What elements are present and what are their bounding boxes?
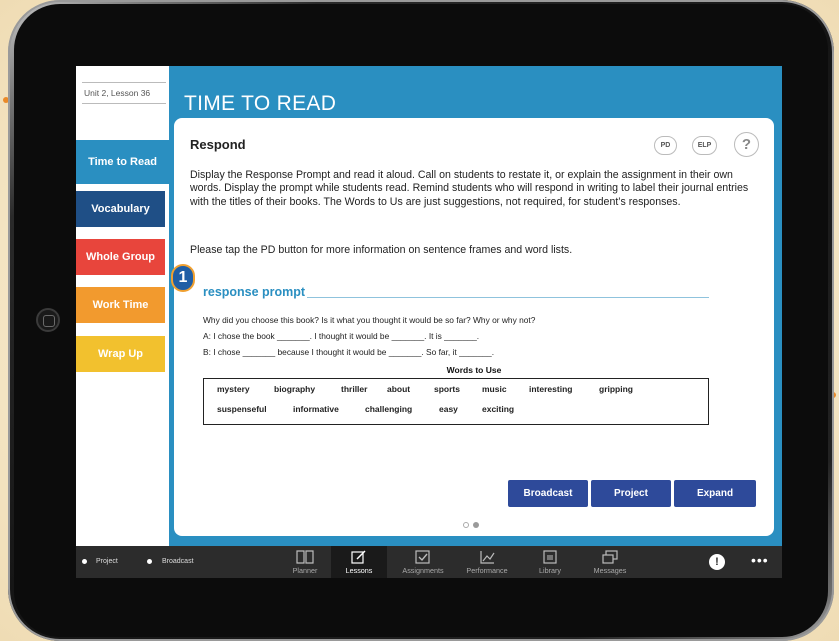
divider	[307, 297, 709, 298]
project-status-label[interactable]: Project	[96, 558, 118, 565]
word-item: informative	[293, 404, 339, 414]
tab-assignments[interactable]: Assignments	[395, 550, 451, 578]
tab-planner[interactable]: Planner	[277, 550, 333, 578]
tab-label: Lessons	[345, 566, 373, 575]
app-screen: Unit 2, Lesson 36 Time to Read Vocabular…	[76, 66, 782, 578]
tab-label: Messages	[593, 566, 627, 575]
sidebar-item-time-to-read[interactable]: Time to Read	[76, 140, 169, 184]
word-item: music	[482, 384, 507, 394]
messages-icon	[602, 550, 618, 564]
tab-messages[interactable]: Messages	[582, 550, 638, 578]
tab-label: Planner	[292, 566, 318, 575]
page-dot-1[interactable]	[463, 522, 469, 528]
card-heading: Respond	[190, 137, 246, 152]
page-dot-2-active[interactable]	[473, 522, 479, 528]
tab-lessons[interactable]: Lessons	[331, 546, 387, 578]
sidebar-item-whole-group[interactable]: Whole Group	[76, 239, 165, 275]
expand-button[interactable]: Expand	[674, 480, 756, 507]
library-icon	[543, 550, 557, 564]
project-status-dot	[82, 559, 87, 564]
elp-button[interactable]: ELP	[692, 136, 717, 155]
pd-note: Please tap the PD button for more inform…	[190, 244, 573, 256]
help-button[interactable]: ?	[734, 132, 759, 157]
word-item: about	[387, 384, 411, 394]
content-card: Respond PD ELP ? Display the Response Pr…	[171, 118, 774, 536]
more-icon[interactable]: •••	[751, 552, 769, 568]
project-button[interactable]: Project	[591, 480, 671, 507]
bottom-tab-bar: Project Broadcast Planner Lessons Assign…	[76, 546, 782, 578]
lesson-label: Unit 2, Lesson 36	[82, 82, 166, 104]
broadcast-status-dot	[147, 559, 152, 564]
word-item: challenging	[365, 404, 413, 414]
book-icon	[296, 550, 314, 564]
chart-line-icon	[480, 551, 495, 564]
broadcast-status-label[interactable]: Broadcast	[162, 558, 194, 565]
sidebar-item-work-time[interactable]: Work Time	[76, 287, 165, 323]
prompt-frame-b: B: I chose _______ because I thought it …	[203, 347, 495, 357]
pencil-edit-icon	[351, 550, 366, 564]
sidebar-item-vocabulary[interactable]: Vocabulary	[76, 191, 165, 227]
checkbox-icon	[415, 550, 430, 564]
word-item: interesting	[529, 384, 573, 394]
sidebar: Unit 2, Lesson 36 Time to Read Vocabular…	[76, 66, 169, 546]
user-icon[interactable]: !	[709, 554, 725, 570]
tab-library[interactable]: Library	[522, 550, 578, 578]
word-item: biography	[274, 384, 316, 394]
step-number-badge: 1	[171, 264, 195, 292]
home-button[interactable]	[36, 308, 60, 332]
word-item: suspenseful	[217, 404, 267, 414]
tab-label: Assignments	[402, 566, 444, 575]
prompt-question: Why did you choose this book? Is it what…	[203, 315, 536, 325]
words-to-use-title: Words to Use	[446, 365, 502, 375]
instructions-paragraph: Display the Response Prompt and read it …	[190, 169, 749, 208]
word-list-box: mystery biography thriller about sports …	[203, 378, 709, 425]
word-item: sports	[434, 384, 460, 394]
word-item: mystery	[217, 384, 250, 394]
word-item: gripping	[599, 384, 633, 394]
tab-performance[interactable]: Performance	[459, 550, 515, 578]
page-title: TIME TO READ	[184, 92, 337, 115]
word-item: easy	[439, 404, 458, 414]
sidebar-item-wrap-up[interactable]: Wrap Up	[76, 336, 165, 372]
response-prompt-title: response prompt	[203, 285, 306, 299]
tab-label: Performance	[466, 566, 508, 575]
word-item: exciting	[482, 404, 515, 414]
prompt-frame-a: A: I chose the book _______. I thought i…	[203, 331, 480, 341]
broadcast-button[interactable]: Broadcast	[508, 480, 588, 507]
tab-label: Library	[539, 566, 561, 575]
pd-button[interactable]: PD	[654, 136, 677, 155]
word-item: thriller	[341, 384, 368, 394]
